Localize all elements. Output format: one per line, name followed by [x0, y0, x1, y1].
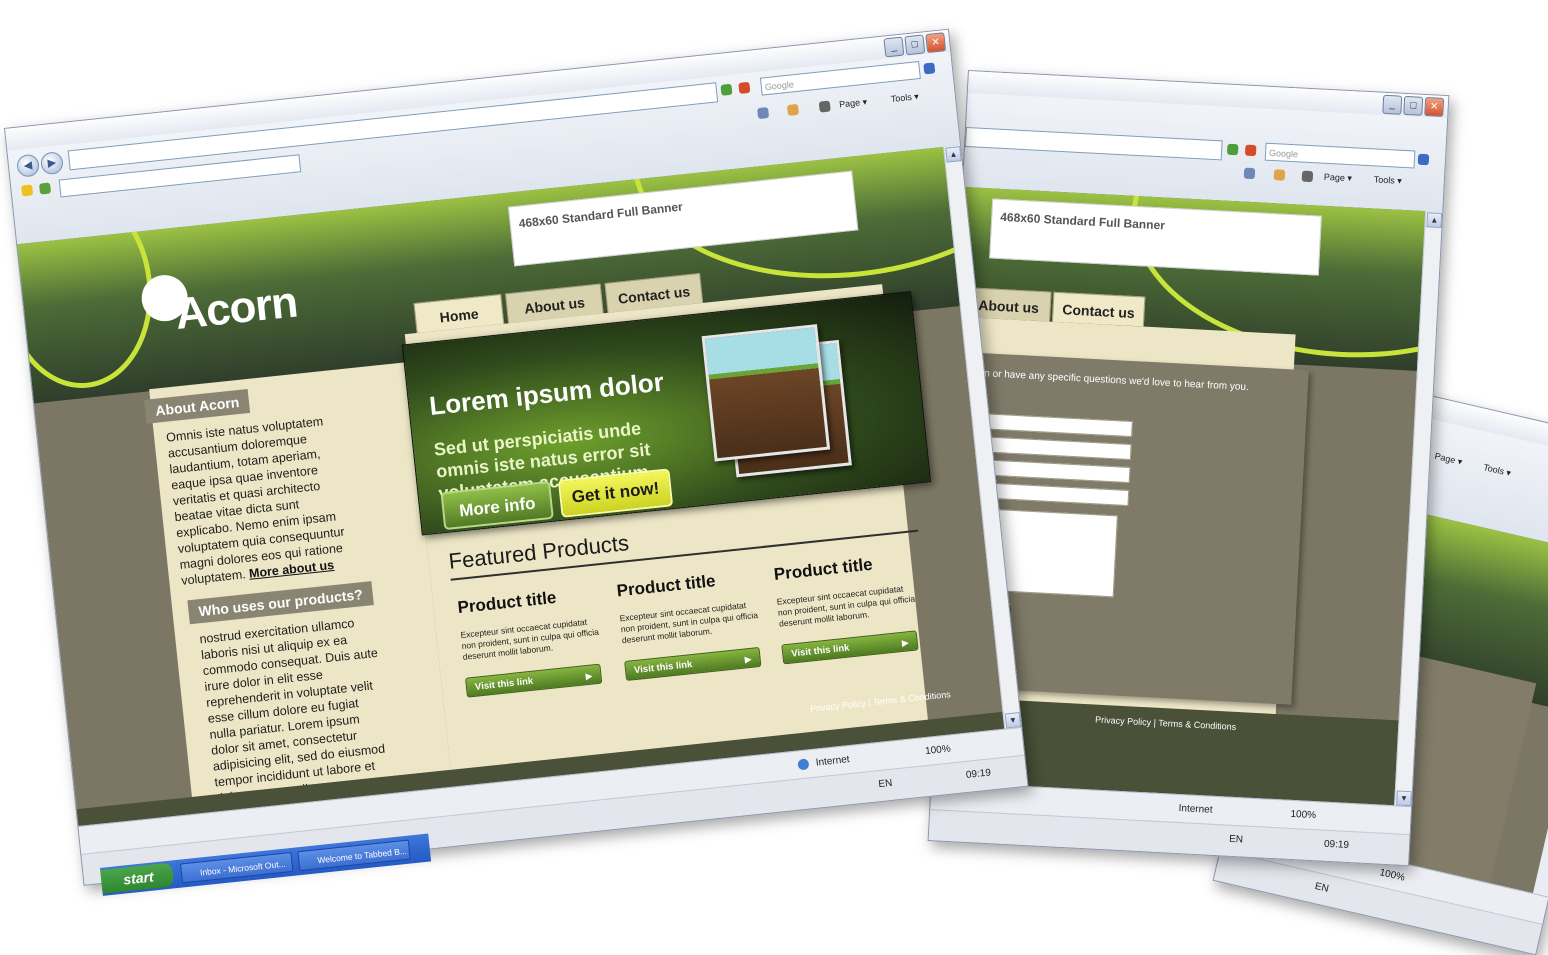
scroll-up-arrow[interactable]: ▲ — [945, 146, 962, 163]
zoom-level[interactable]: 100% — [1378, 867, 1405, 883]
stop-icon[interactable] — [738, 81, 751, 94]
who-uses-text: nostrud exercitation ullamco laboris nis… — [198, 616, 386, 805]
feeds-icon[interactable] — [786, 103, 799, 116]
close-button[interactable]: ✕ — [925, 32, 947, 54]
minimize-button[interactable]: _ — [883, 36, 905, 58]
address-bar[interactable] — [964, 126, 1223, 161]
language-indicator[interactable]: EN — [1314, 881, 1330, 895]
maximize-button[interactable]: □ — [1403, 95, 1424, 116]
home-icon[interactable] — [757, 107, 770, 120]
search-input[interactable]: Google — [1264, 142, 1416, 169]
page-viewport: Acorn 468x60 Standard Full Banner Home A… — [17, 146, 1006, 828]
language-indicator[interactable]: EN — [1229, 834, 1243, 846]
print-icon[interactable] — [1301, 170, 1314, 183]
feeds-icon[interactable] — [1273, 169, 1286, 181]
status-zone: Internet — [1178, 803, 1213, 816]
clock: 09:19 — [965, 767, 992, 781]
search-icon[interactable] — [923, 62, 936, 75]
minimize-button[interactable]: _ — [1382, 94, 1403, 115]
about-text: Omnis iste natus voluptatem accusantium … — [165, 414, 346, 588]
zoom-level[interactable]: 100% — [925, 743, 952, 757]
footer-links[interactable]: Privacy Policy | Terms & Conditions — [1095, 715, 1237, 732]
close-button[interactable]: ✕ — [1424, 96, 1445, 117]
hero-title: Lorem ipsum dolor — [427, 366, 666, 421]
zoom-level[interactable]: 100% — [1290, 809, 1316, 821]
title-bar: _ □ ✕ — [967, 71, 1449, 119]
arrow-right-icon: ▶ — [901, 637, 910, 648]
refresh-icon[interactable] — [1226, 143, 1239, 156]
product-image — [701, 324, 831, 462]
print-icon[interactable] — [818, 100, 831, 113]
scroll-up-arrow[interactable]: ▲ — [1426, 212, 1443, 228]
favorites-star-icon[interactable] — [21, 184, 34, 197]
stop-icon[interactable] — [1244, 144, 1257, 157]
search-icon[interactable] — [1417, 153, 1430, 166]
home-icon[interactable] — [1243, 167, 1256, 180]
maximize-button[interactable]: □ — [904, 34, 926, 56]
start-button[interactable]: start — [100, 862, 175, 894]
page-menu[interactable]: Page ▾ — [1324, 172, 1353, 184]
back-button[interactable]: ◀ — [15, 153, 41, 178]
arrow-right-icon: ▶ — [744, 653, 753, 665]
add-favorites-icon[interactable] — [39, 182, 52, 195]
page-menu[interactable]: Page ▾ — [1434, 451, 1464, 468]
language-indicator[interactable]: EN — [878, 778, 893, 790]
arrow-right-icon: ▶ — [585, 670, 593, 682]
page-menu[interactable]: Page ▾ — [839, 97, 868, 111]
tools-menu[interactable]: Tools ▾ — [890, 91, 919, 105]
clock: 09:19 — [1323, 838, 1350, 851]
tab-contact[interactable]: Contact us — [1051, 291, 1146, 327]
status-zone: Internet — [815, 754, 851, 769]
scroll-down-arrow[interactable]: ▼ — [1396, 790, 1412, 807]
tools-menu[interactable]: Tools ▾ — [1374, 174, 1403, 186]
browser-window-1[interactable]: _ □ ✕ ◀ ▶ Google Page ▾ Tools ▾ Acorn 46… — [4, 28, 1029, 886]
scroll-down-arrow[interactable]: ▼ — [1004, 712, 1022, 729]
refresh-icon[interactable] — [720, 83, 733, 96]
globe-icon — [797, 758, 810, 771]
forward-button[interactable]: ▶ — [39, 151, 65, 176]
tools-menu[interactable]: Tools ▾ — [1482, 462, 1512, 479]
